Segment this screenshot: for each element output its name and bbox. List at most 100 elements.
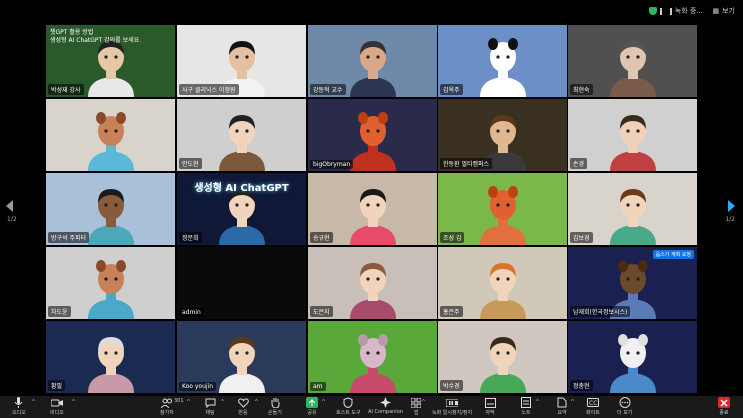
participant-name: am xyxy=(310,382,326,391)
raise-hand-label: 손들기 xyxy=(268,410,282,416)
share-button[interactable]: 공유 xyxy=(306,397,318,416)
participant-name: 정충현 xyxy=(570,380,593,391)
virtual-background-text: 생성형 AI ChatGPT xyxy=(194,183,289,194)
summary-label: 요약 xyxy=(557,410,567,416)
participant-tile[interactable]: 김보경 xyxy=(568,173,697,245)
participant-tile[interactable]: admin xyxy=(177,247,306,319)
dog-avatar-icon xyxy=(87,260,134,319)
avatar-avatar-icon xyxy=(609,115,656,171)
chat-button[interactable]: 채팅 xyxy=(204,397,216,416)
rename-request-button[interactable]: 옵스가 계획 요청 xyxy=(652,250,694,259)
audio-label: 오디오 xyxy=(12,410,26,416)
chevron-up-icon[interactable]: ^ xyxy=(570,399,575,406)
participant-tile[interactable]: 송규현 xyxy=(308,173,437,245)
view-label: 보기 xyxy=(722,7,735,15)
recording-status[interactable]: 녹화 중... xyxy=(648,6,703,16)
notes-button[interactable]: 노트 xyxy=(520,397,532,416)
participant-tile[interactable]: 강동혁 교수 xyxy=(308,25,437,97)
participant-name: 송규현 xyxy=(310,232,333,243)
caption-button[interactable]: 자막 xyxy=(484,397,496,416)
view-button[interactable]: ▦ 보기 xyxy=(712,6,735,16)
more-button[interactable]: 더 보기 xyxy=(617,397,632,416)
participant-tile[interactable]: 옵스가 계획 요청 남재희(한국정보시스) xyxy=(568,247,697,319)
participant-tile[interactable]: 손경 xyxy=(568,99,697,171)
participant-tile[interactable]: 조성 김 xyxy=(438,173,567,245)
chevron-up-icon[interactable]: ^ xyxy=(535,399,540,406)
chevron-up-icon[interactable]: ^ xyxy=(220,399,225,406)
audio-button[interactable]: 오디오 xyxy=(12,397,26,416)
svg-text:CC: CC xyxy=(589,400,597,407)
ai-companion-label: AI Companion xyxy=(368,409,403,415)
document-icon xyxy=(556,397,568,408)
participants-count: 301 xyxy=(174,398,184,404)
participant-tile[interactable]: 생성형 AI ChatGPT 정문희 xyxy=(177,173,306,245)
next-page-icon[interactable] xyxy=(728,200,735,212)
panda-avatar-icon xyxy=(479,38,526,97)
chevron-up-icon[interactable]: ^ xyxy=(71,399,76,406)
banner-line: 생성형 AI ChatGPT 강의를 보세요. xyxy=(50,37,142,44)
camera-icon xyxy=(50,397,63,408)
participant-name: 안도현 xyxy=(179,158,202,169)
chevron-up-icon[interactable]: ^ xyxy=(31,399,36,406)
view-icon: ▦ xyxy=(712,7,720,15)
video-button[interactable]: 비디오 xyxy=(50,397,64,416)
participant-tile[interactable]: 황필 xyxy=(46,321,175,393)
summary-button[interactable]: 요약 xyxy=(556,397,568,416)
participant-name: 박성재 강사 xyxy=(48,84,84,95)
participant-tile[interactable]: Koo youjin xyxy=(177,321,306,393)
prev-page-icon[interactable] xyxy=(6,200,13,212)
participant-tile[interactable]: 한동환 멀티캠퍼스 xyxy=(438,99,567,171)
host-tools-button[interactable]: 호스트 도구 xyxy=(336,397,361,416)
participant-tile[interactable]: 최현숙 xyxy=(568,25,697,97)
participant-name: 박수경 xyxy=(440,380,463,391)
participant-name: 차도윤 xyxy=(48,306,71,317)
participant-tile[interactable]: 챗GPT 활용 방법 생성형 AI ChatGPT 강의를 보세요. 박성재 강사 xyxy=(46,25,175,97)
video-grid: 챗GPT 활용 방법 생성형 AI ChatGPT 강의를 보세요. 박성재 강사 사… xyxy=(46,25,698,395)
participant-tile[interactable] xyxy=(46,99,175,171)
end-button[interactable]: 종료 xyxy=(718,397,730,416)
participant-tile[interactable]: 안도현 xyxy=(177,99,306,171)
chevron-up-icon[interactable]: ^ xyxy=(254,399,259,406)
chevron-up-icon[interactable]: ^ xyxy=(321,399,326,406)
participant-tile[interactable]: 사구 클리닉스 이정원 xyxy=(177,25,306,97)
person-avatar-icon xyxy=(349,41,396,97)
participant-tile[interactable]: 방구석 주피터 xyxy=(46,173,175,245)
chevron-up-icon[interactable]: ^ xyxy=(421,399,426,406)
participant-name: Koo youjin xyxy=(179,382,217,391)
avatar-avatar-icon xyxy=(87,189,134,245)
chevron-up-icon[interactable]: ^ xyxy=(186,399,191,406)
whiteboard-button[interactable]: CC 화이트 xyxy=(586,397,600,416)
raise-hand-button[interactable]: 손들기 xyxy=(268,397,282,416)
bear-avatar-icon xyxy=(609,334,656,393)
participants-label: 참가자 xyxy=(160,410,174,416)
hand-icon xyxy=(269,397,281,408)
participant-name: 강동혁 교수 xyxy=(310,84,346,95)
participant-tile[interactable]: 김옥주 xyxy=(438,25,567,97)
shield-icon xyxy=(648,7,657,15)
participant-tile[interactable]: am xyxy=(308,321,437,393)
end-label: 종료 xyxy=(719,410,729,416)
participant-tile[interactable]: bigObryman xyxy=(308,99,437,171)
fox-avatar-icon xyxy=(479,186,526,245)
caption-icon xyxy=(484,397,496,408)
top-bar: 녹화 중... ▦ 보기 xyxy=(0,0,743,22)
avatar-avatar-icon xyxy=(349,263,396,319)
participant-name: 최현숙 xyxy=(570,84,593,95)
participant-tile[interactable]: 박수경 xyxy=(438,321,567,393)
participant-tile[interactable]: 도은지 xyxy=(308,247,437,319)
ai-companion-button[interactable]: AI Companion xyxy=(368,397,403,415)
record-button[interactable]: 녹화 일시정지/정지 xyxy=(432,397,472,416)
participants-button[interactable]: 참가자 xyxy=(160,397,174,416)
participant-tile[interactable]: 정충현 xyxy=(568,321,697,393)
mouse-avatar-icon xyxy=(349,334,396,393)
slide-banner: 챗GPT 활용 방법 생성형 AI ChatGPT 강의를 보세요. xyxy=(50,29,141,45)
participant-name: admin xyxy=(179,308,204,317)
recording-text: 녹화 중... xyxy=(674,7,703,15)
chat-label: 채팅 xyxy=(205,410,215,416)
react-button[interactable]: 반응 xyxy=(237,397,249,416)
participant-name: 조성 김 xyxy=(440,232,465,243)
participant-tile[interactable]: 홍은주 xyxy=(438,247,567,319)
heart-icon xyxy=(237,397,249,408)
participant-tile[interactable]: 차도윤 xyxy=(46,247,175,319)
pause-icon xyxy=(659,7,672,15)
